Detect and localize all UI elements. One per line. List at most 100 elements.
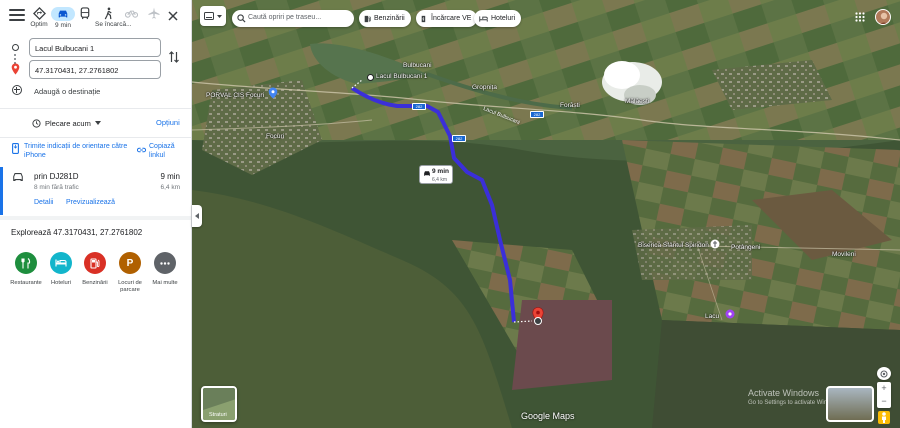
location-target-icon	[880, 370, 888, 378]
chip-gas-stations[interactable]: Benzinării	[359, 10, 411, 27]
explore-gas-stations-button[interactable]: Benzinării	[77, 252, 113, 287]
add-destination-label: Adaugă o destinație	[34, 87, 101, 96]
car-icon	[58, 10, 68, 18]
destination-input[interactable]: 47.3170431, 27.2761802	[29, 60, 161, 79]
layers-menu-button[interactable]	[200, 6, 226, 26]
road-shield: 282	[530, 111, 544, 118]
explore-parking-button[interactable]: P Locuri de parcare	[112, 252, 148, 294]
poi-label[interactable]: PORVAL CIS Focuri	[206, 92, 264, 99]
send-to-phone-link[interactable]: Trimite indicații de orientare către iPh…	[12, 142, 132, 162]
gas-station-icon	[84, 252, 106, 274]
caret-down-icon	[217, 15, 222, 18]
diamond-route-icon	[32, 7, 46, 20]
place-label[interactable]: Mălăești	[625, 98, 649, 105]
phone-icon	[12, 143, 19, 154]
explore-category-label: Mai multe	[152, 280, 178, 286]
add-destination-button[interactable]: Adaugă o destinație	[12, 85, 182, 99]
options-link[interactable]: Opțiuni	[156, 118, 180, 127]
explore-more-button[interactable]: Mai multe	[147, 252, 183, 287]
route-option-card[interactable]: prin DJ281D 8 min fără trafic 9 min 6,4 …	[0, 167, 191, 215]
origin-input[interactable]: Lacul Bulbucani 1	[29, 38, 161, 57]
restaurant-icon	[15, 252, 37, 274]
chip-label: Încărcare VE	[431, 15, 472, 22]
hotel-icon	[479, 15, 488, 22]
church-icon[interactable]	[710, 239, 720, 249]
origin-row: Lacul Bulbucani 1	[0, 38, 191, 58]
chip-label: Benzinării	[374, 15, 405, 22]
route-time: 9 min	[160, 172, 180, 181]
collapse-panel-button[interactable]	[192, 205, 202, 227]
road-shield: 282	[452, 135, 466, 142]
poi-pin-icon[interactable]	[725, 309, 735, 319]
place-label[interactable]: Bulbucani	[403, 62, 432, 69]
mode-best-button[interactable]: Optim	[26, 7, 52, 35]
route-time-callout[interactable]: 9 min 6,4 km	[419, 165, 453, 184]
airplane-icon	[148, 7, 160, 19]
google-apps-icon[interactable]	[855, 12, 865, 22]
street-view-thumbnail[interactable]	[826, 386, 874, 422]
route-preview-link[interactable]: Previzualizează	[66, 199, 115, 206]
chip-hotels[interactable]: Hoteluri	[474, 10, 522, 27]
explore-category-label: Locuri de parcare	[118, 280, 142, 293]
directions-panel: Optim 9 min Se încarcă... Lacul Bulbucan…	[0, 0, 192, 428]
explore-restaurants-button[interactable]: Restaurante	[8, 252, 44, 287]
depart-time-dropdown[interactable]: Plecare acum	[32, 116, 101, 130]
zoom-in-button[interactable]: +	[877, 382, 891, 395]
bus-icon	[80, 7, 90, 20]
zoom-controls: + −	[877, 382, 891, 408]
mode-best-label: Optim	[30, 21, 48, 28]
section-divider	[0, 216, 191, 220]
layers-label: Straturi	[209, 412, 227, 418]
add-circle-icon	[12, 85, 22, 95]
satellite-map[interactable]: 282 282 282 Lacul Bulbucani 1 Bulbucani …	[192, 0, 900, 428]
car-icon	[424, 171, 430, 176]
travel-mode-bar: Optim 9 min Se încarcă...	[0, 0, 191, 36]
place-label[interactable]: Gropnița	[472, 84, 497, 91]
place-label[interactable]: Focuri	[266, 133, 284, 140]
origin-point-marker[interactable]	[367, 74, 374, 81]
satellite-imagery	[192, 0, 900, 428]
layers-button[interactable]: Straturi	[201, 386, 237, 422]
destination-pin-icon	[11, 63, 20, 75]
chip-ev-charging[interactable]: Încărcare VE	[416, 10, 478, 27]
chip-label: Hoteluri	[491, 15, 516, 22]
close-icon[interactable]	[167, 10, 179, 22]
divider	[0, 108, 191, 109]
route-details-link[interactable]: Detalii	[34, 199, 53, 206]
search-placeholder: Caută opriri pe traseu...	[248, 14, 322, 21]
car-icon	[13, 173, 23, 181]
poi-pin-icon[interactable]	[268, 87, 278, 99]
destination-point-marker	[534, 317, 542, 325]
mode-flight-button[interactable]	[141, 7, 167, 35]
explore-category-label: Benzinării	[82, 280, 108, 286]
place-label[interactable]: Lacu	[705, 313, 719, 320]
route-distance: 6,4 km	[160, 184, 180, 191]
keyboard-icon	[204, 12, 214, 20]
windows-activation-title: Activate Windows	[748, 388, 820, 398]
place-label[interactable]: Forăști	[560, 102, 580, 109]
google-maps-logo: Google Maps	[521, 411, 575, 421]
origin-marker-icon	[12, 44, 19, 51]
explore-category-label: Restaurante	[10, 280, 42, 286]
account-avatar[interactable]	[875, 9, 891, 25]
search-along-route-input[interactable]: Caută opriri pe traseu...	[232, 10, 354, 27]
explore-category-label: Hoteluri	[51, 280, 71, 286]
origin-map-label[interactable]: Lacul Bulbucani 1	[376, 73, 427, 80]
send-to-phone-label: Trimite indicații de orientare către iPh…	[24, 143, 128, 159]
place-label[interactable]: Movileni	[832, 251, 856, 258]
copy-link-label: Copiază linkul	[149, 143, 175, 159]
copy-link-button[interactable]: Copiază linkul	[137, 142, 187, 162]
road-shield: 282	[412, 103, 426, 110]
place-label[interactable]: Potângeni	[731, 244, 760, 251]
depart-time-label: Plecare acum	[45, 118, 91, 128]
ev-charging-icon	[421, 15, 426, 22]
zoom-out-button[interactable]: −	[877, 395, 891, 408]
divider	[0, 137, 191, 138]
my-location-button[interactable]	[877, 367, 891, 380]
search-icon	[237, 14, 246, 23]
menu-button[interactable]	[9, 9, 25, 23]
pegman-icon[interactable]	[878, 411, 890, 424]
poi-label[interactable]: Biserica Sfântul Spiridon	[638, 242, 709, 249]
explore-hotels-button[interactable]: Hoteluri	[43, 252, 79, 287]
callout-time: 9 min	[432, 168, 449, 175]
